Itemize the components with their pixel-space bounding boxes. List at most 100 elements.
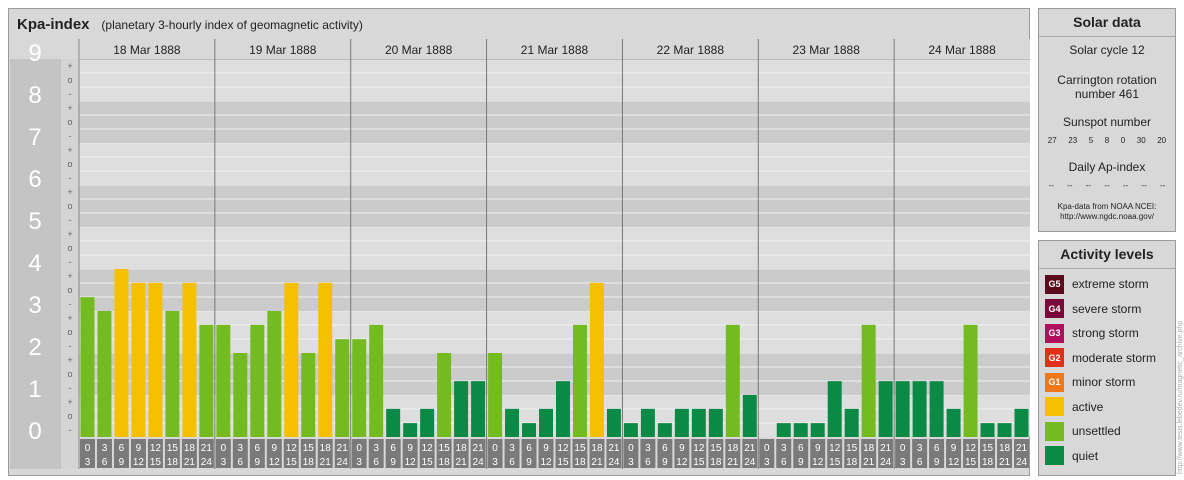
interval-start-label: 21 xyxy=(1016,443,1028,454)
interval-end-label: 24 xyxy=(201,457,213,468)
interval-start-label: 6 xyxy=(798,443,804,454)
interval-start-label: 12 xyxy=(422,443,434,454)
interval-end-label: 3 xyxy=(221,457,227,468)
kp-bar xyxy=(301,353,316,437)
activity-level-item: G5 extreme storm xyxy=(1039,272,1175,297)
interval-end-label: 18 xyxy=(167,457,179,468)
y-subtick-label: - xyxy=(69,173,72,183)
interval-end-label: 3 xyxy=(900,457,906,468)
data-credit-link[interactable]: http://www.ngdc.noaa.gov/ xyxy=(1039,212,1175,222)
y-subtick-label: o xyxy=(67,117,72,127)
interval-start-label: 15 xyxy=(710,443,722,454)
y-subtick-label: o xyxy=(67,327,72,337)
y-tick-label: 5 xyxy=(28,208,41,235)
y-subtick-label: + xyxy=(67,355,72,365)
interval-start-label: 3 xyxy=(781,443,787,454)
ap-index-value: -- xyxy=(1067,181,1073,190)
activity-level-item: G4 severe storm xyxy=(1039,297,1175,322)
interval-start-label: 0 xyxy=(764,443,770,454)
activity-level-swatch xyxy=(1045,446,1064,466)
kp-bar xyxy=(369,324,384,437)
y-tick-label: 7 xyxy=(28,124,41,151)
interval-end-label: 21 xyxy=(863,457,875,468)
kp-bar xyxy=(539,408,553,437)
kp-bar xyxy=(471,381,486,437)
y-subtick-label: - xyxy=(69,215,72,225)
day-label: 21 Mar 1888 xyxy=(521,43,589,57)
interval-end-label: 15 xyxy=(693,457,705,468)
kp-bar xyxy=(708,408,723,437)
interval-end-label: 24 xyxy=(744,457,756,468)
interval-start-label: 21 xyxy=(337,443,349,454)
kp-bar xyxy=(589,282,604,437)
sunspot-value: 30 xyxy=(1136,136,1146,145)
y-subtick-label: o xyxy=(67,411,72,421)
kp-band xyxy=(79,59,1030,101)
day-label: 22 Mar 1888 xyxy=(657,43,725,57)
kp-bar xyxy=(267,311,282,437)
kp-bar xyxy=(963,324,978,437)
interval-end-label: 9 xyxy=(119,457,125,468)
kp-band xyxy=(79,227,1030,269)
interval-end-label: 21 xyxy=(727,457,739,468)
activity-level-item: G1 minor storm xyxy=(1039,370,1175,395)
kp-bar xyxy=(997,423,1012,437)
y-tick-label: 2 xyxy=(28,334,41,361)
kp-bar xyxy=(657,423,672,437)
kp-bar xyxy=(403,423,418,437)
interval-end-label: 21 xyxy=(184,457,196,468)
y-subtick-label: - xyxy=(69,131,72,141)
day-label: 20 Mar 1888 xyxy=(385,43,453,57)
kp-bar xyxy=(742,395,757,437)
activity-level-item: G3 strong storm xyxy=(1039,321,1175,346)
interval-start-label: 0 xyxy=(356,443,362,454)
activity-level-swatch xyxy=(1045,397,1064,417)
ap-index-value: -- xyxy=(1104,181,1110,190)
interval-start-label: 12 xyxy=(557,443,569,454)
ap-index-value: -- xyxy=(1159,181,1166,190)
interval-end-label: 18 xyxy=(846,457,858,468)
interval-start-label: 3 xyxy=(917,443,923,454)
activity-level-label: strong storm xyxy=(1072,326,1139,341)
interval-start-label: 21 xyxy=(473,443,485,454)
interval-end-label: 15 xyxy=(422,457,434,468)
interval-end-label: 24 xyxy=(880,457,892,468)
interval-start-label: 12 xyxy=(286,443,298,454)
y-tick-label: 9 xyxy=(28,40,41,67)
sunspot-value: 8 xyxy=(1104,136,1110,145)
kp-bar xyxy=(556,381,570,437)
interval-end-label: 6 xyxy=(917,457,923,468)
day-label: 18 Mar 1888 xyxy=(113,43,181,57)
activity-level-item: G2 moderate storm xyxy=(1039,346,1175,371)
interval-start-label: 15 xyxy=(439,443,451,454)
y-subtick-label: o xyxy=(67,243,72,253)
interval-end-label: 15 xyxy=(557,457,569,468)
y-tick-label: 8 xyxy=(28,82,41,109)
interval-start-label: 15 xyxy=(846,443,858,454)
interval-end-label: 6 xyxy=(645,457,651,468)
activity-level-swatch: G2 xyxy=(1045,348,1064,368)
interval-start-label: 18 xyxy=(727,443,739,454)
kp-bar xyxy=(623,423,638,437)
kp-bar xyxy=(912,381,927,437)
sunspot-value: 20 xyxy=(1157,136,1167,145)
interval-start-label: 6 xyxy=(662,443,668,454)
kp-bar xyxy=(674,408,689,437)
kpa-chart-panel: Kpa-index (planetary 3-hourly index of g… xyxy=(8,8,1030,476)
interval-start-label: 6 xyxy=(526,443,532,454)
interval-end-label: 12 xyxy=(676,457,688,468)
interval-end-label: 24 xyxy=(337,457,349,468)
interval-end-label: 6 xyxy=(238,457,244,468)
activity-level-label: unsettled xyxy=(1072,424,1121,439)
interval-start-label: 15 xyxy=(303,443,315,454)
kp-bar xyxy=(861,324,876,437)
interval-start-label: 12 xyxy=(150,443,162,454)
activity-level-label: minor storm xyxy=(1072,375,1136,390)
kp-bar xyxy=(844,408,859,437)
interval-start-label: 21 xyxy=(608,443,620,454)
activity-level-swatch xyxy=(1045,421,1064,441)
interval-start-label: 0 xyxy=(85,443,91,454)
kp-bar xyxy=(386,408,401,437)
interval-start-label: 9 xyxy=(543,443,549,454)
sunspot-values: 27 23 5 8 0 30 20 xyxy=(1039,136,1175,145)
